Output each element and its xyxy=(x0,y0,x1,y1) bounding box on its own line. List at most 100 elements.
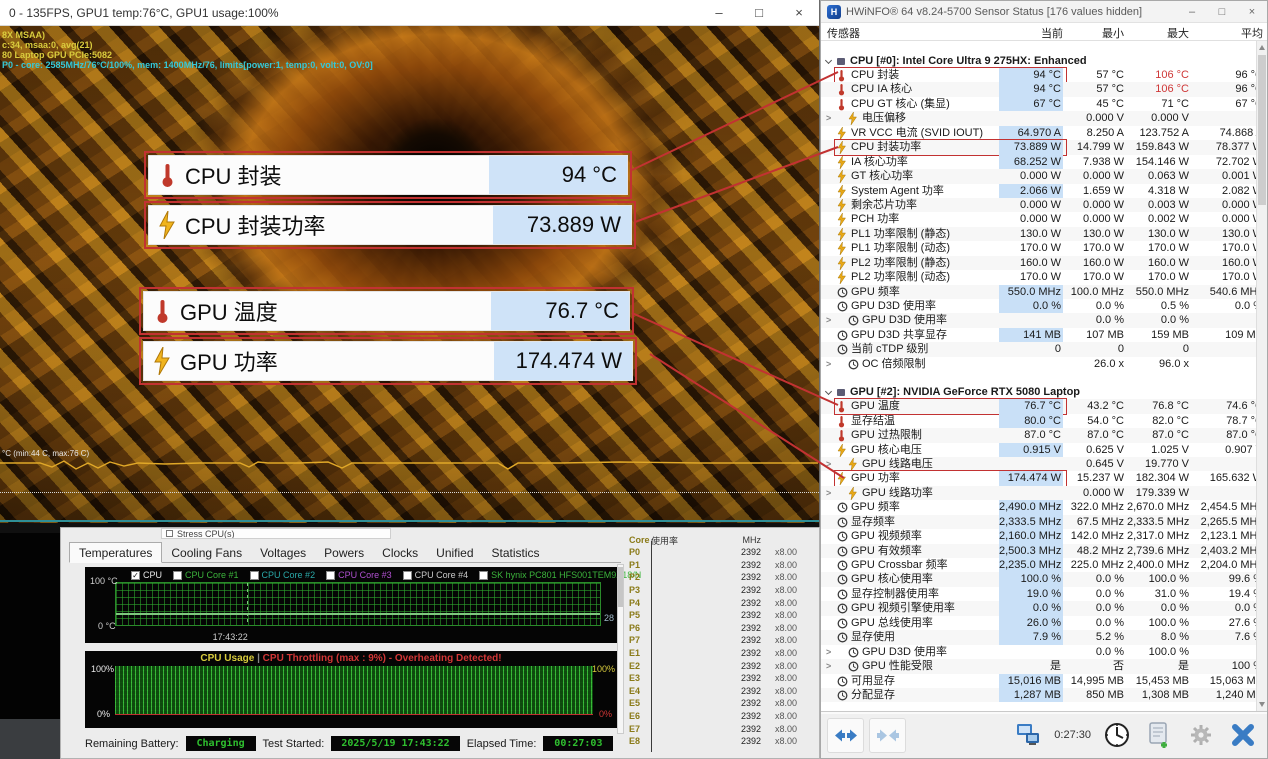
sensor-row[interactable]: 可用显存15,016 MB14,995 MB15,453 MB15,063 MB xyxy=(821,674,1267,688)
column-average[interactable]: 平均 xyxy=(1241,25,1263,41)
sensor-row[interactable]: GPU 频率550.0 MHz100.0 MHz550.0 MHz540.6 M… xyxy=(821,285,1267,299)
expand-icon[interactable]: > xyxy=(826,357,831,371)
tab-temperatures[interactable]: Temperatures xyxy=(69,542,162,563)
column-sensor[interactable]: 传感器 xyxy=(827,25,860,41)
temperature-graph: ✓CPUCPU Core #1CPU Core #2CPU Core #3CPU… xyxy=(85,567,617,643)
sensor-row[interactable]: 显存结温80.0 °C54.0 °C82.0 °C78.7 °C xyxy=(821,414,1267,428)
sensor-average: 170.0 W xyxy=(1177,241,1263,255)
checkbox-icon[interactable]: ✓ xyxy=(131,571,140,580)
sensor-row[interactable]: >OC 倍频限制26.0 x96.0 x xyxy=(821,357,1267,371)
sensor-row[interactable]: VR VCC 电流 (SVID IOUT)64.970 A8.250 A123.… xyxy=(821,126,1267,140)
sensor-row[interactable]: GPU 有效频率2,500.3 MHz48.2 MHz2,739.6 MHz2,… xyxy=(821,544,1267,558)
checkbox-icon[interactable] xyxy=(166,530,173,537)
report-button[interactable] xyxy=(1140,718,1177,753)
sensor-row[interactable]: GPU 核心使用率100.0 %0.0 %100.0 %99.6 % xyxy=(821,572,1267,586)
sensor-row[interactable]: PL2 功率限制 (静态)160.0 W160.0 W160.0 W160.0 … xyxy=(821,256,1267,270)
sensor-row[interactable]: 剩余芯片功率0.000 W0.000 W0.003 W0.000 W xyxy=(821,198,1267,212)
close-button[interactable]: × xyxy=(1237,1,1267,22)
tab-voltages[interactable]: Voltages xyxy=(251,543,315,562)
furmark-titlebar[interactable]: 0 - 135FPS, GPU1 temp:76°C, GPU1 usage:1… xyxy=(0,0,819,26)
expand-icon[interactable]: > xyxy=(826,659,831,673)
sensor-row[interactable]: >GPU D3D 使用率0.0 %100.0 % xyxy=(821,645,1267,659)
sensor-row[interactable]: CPU 封装功率73.889 W14.799 W159.843 W78.377 … xyxy=(821,140,1267,154)
expand-icon[interactable]: > xyxy=(826,313,831,327)
sensor-row[interactable]: GPU 过热限制87.0 °C87.0 °C87.0 °C87.0 °C xyxy=(821,428,1267,442)
sensor-row[interactable]: GPU 功率174.474 W15.237 W182.304 W165.632 … xyxy=(821,471,1267,485)
sensor-group-header[interactable]: CPU [#0]: Intel Core Ultra 9 275HX: Enha… xyxy=(821,54,1267,68)
sensor-row[interactable]: CPU IA 核心94 °C57 °C106 °C96 °C xyxy=(821,82,1267,96)
sensor-current: 73.889 W xyxy=(999,140,1063,154)
expand-icon[interactable]: > xyxy=(826,486,831,500)
sensor-row[interactable]: PCH 功率0.000 W0.000 W0.002 W0.000 W xyxy=(821,212,1267,226)
minimize-button[interactable]: – xyxy=(1177,1,1207,22)
sensor-row[interactable]: GT 核心功率0.000 W0.000 W0.063 W0.001 W xyxy=(821,169,1267,183)
sensor-row[interactable]: >GPU 性能受限是否是100 % xyxy=(821,659,1267,673)
sensor-row[interactable]: GPU D3D 使用率0.0 %0.0 %0.5 %0.0 % xyxy=(821,299,1267,313)
sensor-row[interactable]: PL2 功率限制 (动态)170.0 W170.0 W170.0 W170.0 … xyxy=(821,270,1267,284)
expand-icon[interactable]: > xyxy=(826,645,831,659)
sensor-current: 2,333.5 MHz xyxy=(999,515,1063,529)
column-current[interactable]: 当前 xyxy=(1041,25,1063,41)
sensor-row[interactable]: GPU 核心电压0.915 V0.625 V1.025 V0.907 V xyxy=(821,443,1267,457)
sensor-row[interactable]: PL1 功率限制 (动态)170.0 W170.0 W170.0 W170.0 … xyxy=(821,241,1267,255)
sensor-row[interactable]: >GPU 线路电压0.645 V19.770 V xyxy=(821,457,1267,471)
sensor-minimum: 15.237 W xyxy=(1066,471,1124,485)
osd-dotted-line xyxy=(0,492,819,493)
scrollbar-thumb[interactable] xyxy=(618,567,623,607)
tab-powers[interactable]: Powers xyxy=(315,543,373,562)
checkbox-icon[interactable] xyxy=(403,571,412,580)
checkbox-icon[interactable] xyxy=(250,571,259,580)
sensor-row[interactable]: CPU GT 核心 (集显)67 °C45 °C71 °C67 °C xyxy=(821,97,1267,111)
sensor-row[interactable]: GPU 视频频率2,160.0 MHz142.0 MHz2,317.0 MHz2… xyxy=(821,529,1267,543)
expand-columns-button[interactable] xyxy=(827,718,864,753)
sensor-row[interactable]: 显存控制器使用率19.0 %0.0 %31.0 %19.4 % xyxy=(821,587,1267,601)
remote-sensors-button[interactable] xyxy=(1010,718,1047,753)
settings-button[interactable] xyxy=(1182,718,1219,753)
collapse-columns-button[interactable] xyxy=(869,718,906,753)
sensor-row[interactable]: GPU 温度76.7 °C43.2 °C76.8 °C74.6 °C xyxy=(821,399,1267,413)
sensor-average: 0.0 % xyxy=(1177,299,1263,313)
scroll-up-icon[interactable] xyxy=(1259,45,1265,50)
hwinfo-titlebar[interactable]: H HWiNFO® 64 v8.24-5700 Sensor Status [1… xyxy=(821,1,1267,23)
tab-clocks[interactable]: Clocks xyxy=(373,543,427,562)
maximize-button[interactable]: □ xyxy=(1207,1,1237,22)
tab-unified[interactable]: Unified xyxy=(427,543,482,562)
sensor-row[interactable]: PL1 功率限制 (静态)130.0 W130.0 W130.0 W130.0 … xyxy=(821,227,1267,241)
sensor-row[interactable]: 分配显存1,287 MB850 MB1,308 MB1,240 MB xyxy=(821,688,1267,702)
vertical-scrollbar[interactable] xyxy=(1256,41,1267,711)
sensor-row[interactable]: CPU 封装94 °C57 °C106 °C96 °C xyxy=(821,68,1267,82)
maximize-button[interactable]: □ xyxy=(739,0,779,25)
sensor-row[interactable]: 显存频率2,333.5 MHz67.5 MHz2,333.5 MHz2,265.… xyxy=(821,515,1267,529)
sensor-row[interactable]: IA 核心功率68.252 W7.938 W154.146 W72.702 W xyxy=(821,155,1267,169)
sensor-row[interactable]: 当前 cTDP 级别0000 xyxy=(821,342,1267,356)
sensor-row[interactable]: GPU 总线使用率26.0 %0.0 %100.0 %27.6 % xyxy=(821,616,1267,630)
clock-button[interactable] xyxy=(1098,718,1135,753)
scrollbar-thumb[interactable] xyxy=(1258,55,1266,205)
expand-icon[interactable]: > xyxy=(826,457,831,471)
column-minimum[interactable]: 最小 xyxy=(1102,25,1124,41)
tab-statistics[interactable]: Statistics xyxy=(483,543,549,562)
sensor-row[interactable]: 显存使用7.9 %5.2 %8.0 %7.6 % xyxy=(821,630,1267,644)
sensor-row[interactable]: GPU Crossbar 频率2,235.0 MHz225.0 MHz2,400… xyxy=(821,558,1267,572)
sensor-row[interactable]: >电压偏移0.000 V0.000 V xyxy=(821,111,1267,125)
sensor-row[interactable]: >GPU D3D 使用率0.0 %0.0 % xyxy=(821,313,1267,327)
close-button[interactable]: × xyxy=(779,0,819,25)
sensor-row[interactable]: >GPU 线路功率0.000 W179.339 W xyxy=(821,486,1267,500)
minimize-button[interactable]: – xyxy=(699,0,739,25)
tab-cooling-fans[interactable]: Cooling Fans xyxy=(162,543,251,562)
sensor-row[interactable]: System Agent 功率2.066 W1.659 W4.318 W2.08… xyxy=(821,184,1267,198)
sensor-row[interactable]: GPU 频率2,490.0 MHz322.0 MHz2,670.0 MHz2,4… xyxy=(821,500,1267,514)
checkbox-icon[interactable] xyxy=(326,571,335,580)
sensor-minimum: 0.0 % xyxy=(1066,587,1124,601)
sensor-group-header[interactable]: GPU [#2]: NVIDIA GeForce RTX 5080 Laptop xyxy=(821,385,1267,399)
sensor-average: 72.702 W xyxy=(1177,155,1263,169)
expand-icon[interactable]: > xyxy=(826,111,831,125)
column-maximum[interactable]: 最大 xyxy=(1167,25,1189,41)
exit-button[interactable] xyxy=(1224,718,1261,753)
checkbox-icon[interactable] xyxy=(173,571,182,580)
checkbox-icon[interactable] xyxy=(479,571,488,580)
sensor-row[interactable]: GPU 视频引擎使用率0.0 %0.0 %0.0 %0.0 % xyxy=(821,601,1267,615)
scroll-down-icon[interactable] xyxy=(1259,702,1265,707)
graph-scrollbar[interactable] xyxy=(617,564,624,734)
sensor-row[interactable]: GPU D3D 共享显存141 MB107 MB159 MB109 MB xyxy=(821,328,1267,342)
